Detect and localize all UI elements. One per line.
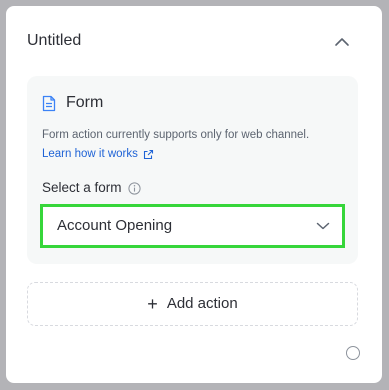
form-card: Form Form action currently supports only… [27,76,358,264]
chevron-down-icon [316,222,330,230]
document-icon [42,95,56,111]
collapse-button[interactable] [332,34,352,50]
select-form-label-text: Select a form [42,180,122,195]
learn-how-it-works-link[interactable]: Learn how it works [42,147,154,161]
learn-link-label: Learn how it works [42,148,138,160]
form-select-dropdown[interactable]: Account Opening [40,204,345,248]
add-action-button[interactable]: + Add action [27,282,358,326]
form-header: Form [42,94,103,112]
action-panel: Untitled Form Form action currently supp… [6,6,382,383]
info-icon[interactable] [127,181,141,195]
chevron-up-icon [335,38,349,46]
section-title: Untitled [27,32,82,49]
form-description: Form action currently supports only for … [42,129,310,141]
add-action-label: Add action [166,295,238,312]
radio-button[interactable] [346,346,360,360]
plus-icon: + [147,294,158,314]
external-link-icon [143,149,153,159]
select-form-label: Select a form [42,180,141,196]
selected-form-value: Account Opening [57,217,173,234]
form-title: Form [66,94,104,111]
